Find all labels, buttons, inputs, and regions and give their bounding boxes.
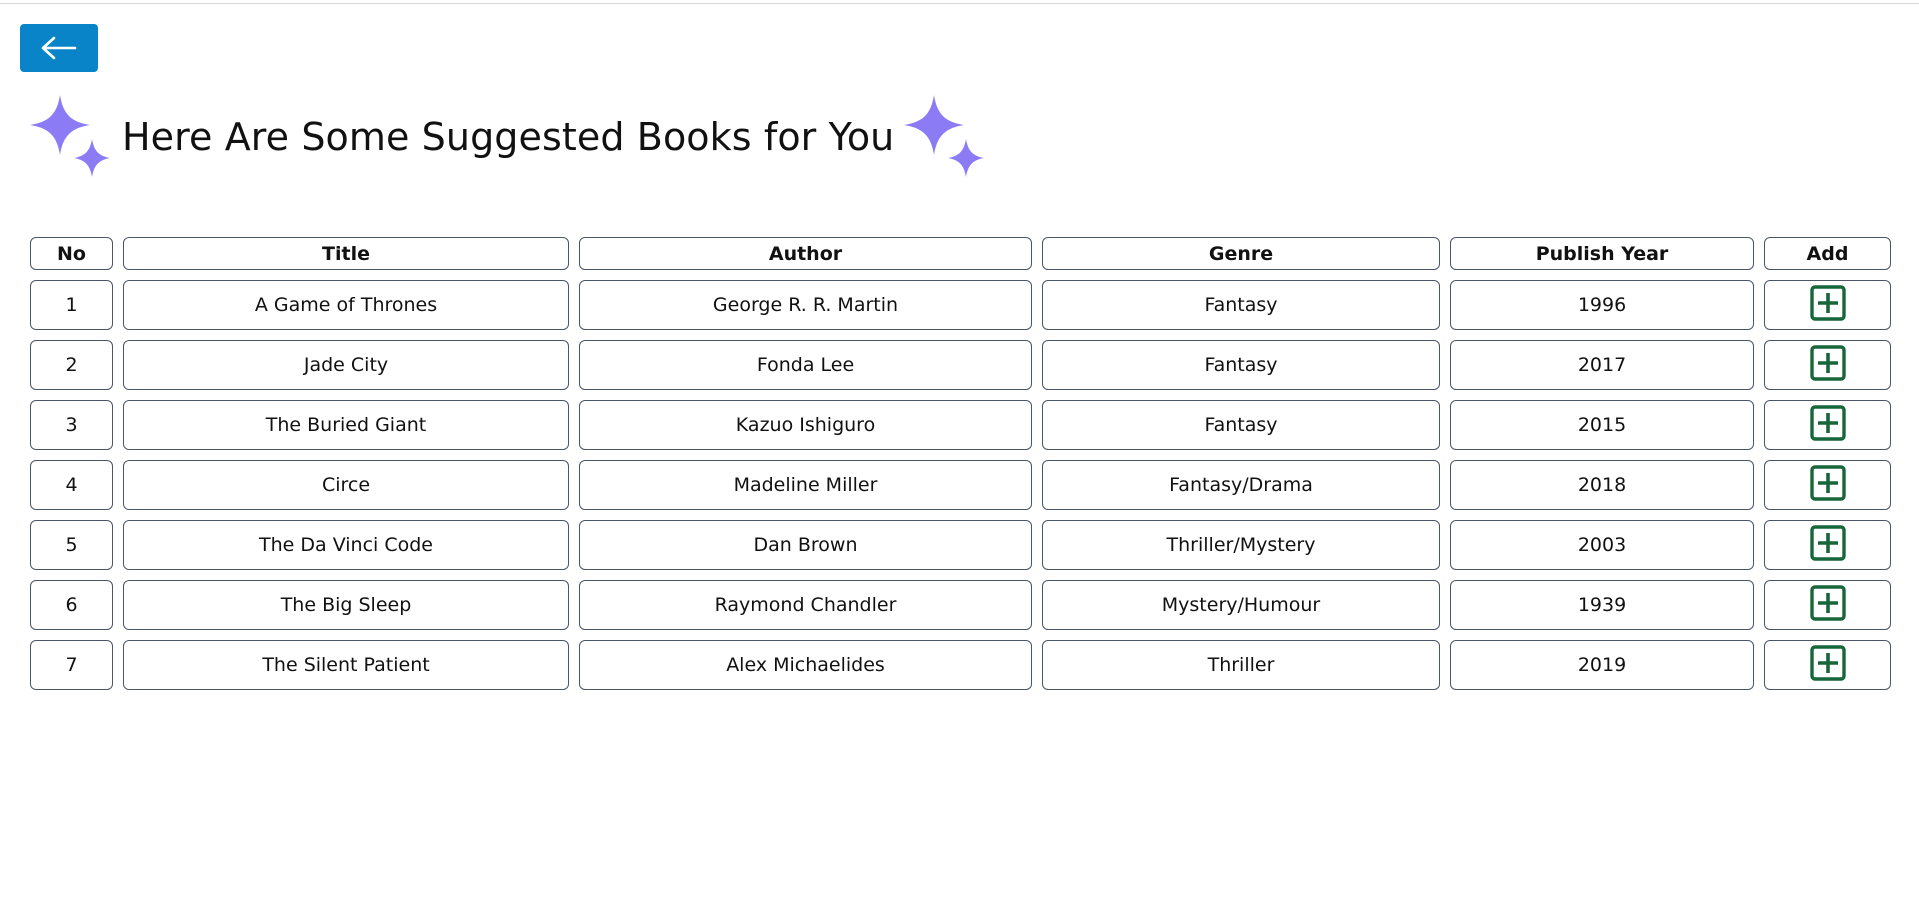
back-button[interactable] xyxy=(20,24,98,72)
cell-genre: Fantasy xyxy=(1042,340,1440,390)
cell-no: 4 xyxy=(30,460,113,510)
cell-publish-year: 2019 xyxy=(1450,640,1754,690)
cell-author: Raymond Chandler xyxy=(579,580,1032,630)
column-header-genre: Genre xyxy=(1042,237,1440,270)
table-row: 1 A Game of Thrones George R. R. Martin … xyxy=(30,280,1891,330)
add-book-button[interactable] xyxy=(1809,404,1846,441)
cell-genre: Thriller/Mystery xyxy=(1042,520,1440,570)
cell-author: Kazuo Ishiguro xyxy=(579,400,1032,450)
plus-square-icon xyxy=(1809,584,1846,621)
cell-no: 1 xyxy=(30,280,113,330)
cell-no: 3 xyxy=(30,400,113,450)
cell-genre: Mystery/Humour xyxy=(1042,580,1440,630)
table-row: 5 The Da Vinci Code Dan Brown Thriller/M… xyxy=(30,520,1891,570)
add-book-button[interactable] xyxy=(1809,464,1846,501)
cell-author: George R. R. Martin xyxy=(579,280,1032,330)
table-row: 4 Circe Madeline Miller Fantasy/Drama 20… xyxy=(30,460,1891,510)
cell-publish-year: 1939 xyxy=(1450,580,1754,630)
cell-title: Jade City xyxy=(123,340,569,390)
cell-publish-year: 2018 xyxy=(1450,460,1754,510)
add-book-button[interactable] xyxy=(1809,344,1846,381)
plus-square-icon xyxy=(1809,524,1846,561)
column-header-add: Add xyxy=(1764,237,1891,270)
cell-no: 7 xyxy=(30,640,113,690)
column-header-publish-year: Publish Year xyxy=(1450,237,1754,270)
page-title: Here Are Some Suggested Books for You xyxy=(122,115,895,159)
plus-square-icon xyxy=(1809,644,1846,681)
cell-author: Fonda Lee xyxy=(579,340,1032,390)
column-header-no: No xyxy=(30,237,113,270)
table-row: 3 The Buried Giant Kazuo Ishiguro Fantas… xyxy=(30,400,1891,450)
table-row: 7 The Silent Patient Alex Michaelides Th… xyxy=(30,640,1891,690)
cell-genre: Fantasy xyxy=(1042,280,1440,330)
page-heading: Here Are Some Suggested Books for You xyxy=(30,92,988,182)
cell-add xyxy=(1764,460,1891,510)
cell-add xyxy=(1764,280,1891,330)
cell-genre: Thriller xyxy=(1042,640,1440,690)
sparkles-icon xyxy=(30,95,110,177)
cell-title: A Game of Thrones xyxy=(123,280,569,330)
cell-publish-year: 2015 xyxy=(1450,400,1754,450)
cell-title: Circe xyxy=(123,460,569,510)
add-book-button[interactable] xyxy=(1809,284,1846,321)
cell-no: 6 xyxy=(30,580,113,630)
cell-add xyxy=(1764,400,1891,450)
cell-publish-year: 2003 xyxy=(1450,520,1754,570)
cell-author: Alex Michaelides xyxy=(579,640,1032,690)
cell-add xyxy=(1764,340,1891,390)
column-header-author: Author xyxy=(579,237,1032,270)
table-row: 6 The Big Sleep Raymond Chandler Mystery… xyxy=(30,580,1891,630)
cell-publish-year: 1996 xyxy=(1450,280,1754,330)
cell-no: 5 xyxy=(30,520,113,570)
cell-add xyxy=(1764,580,1891,630)
plus-square-icon xyxy=(1809,464,1846,501)
suggested-books-table: No Title Author Genre Publish Year Add 1… xyxy=(20,227,1901,700)
add-book-button[interactable] xyxy=(1809,644,1846,681)
cell-genre: Fantasy/Drama xyxy=(1042,460,1440,510)
cell-publish-year: 2017 xyxy=(1450,340,1754,390)
plus-square-icon xyxy=(1809,284,1846,321)
cell-title: The Big Sleep xyxy=(123,580,569,630)
cell-genre: Fantasy xyxy=(1042,400,1440,450)
column-header-title: Title xyxy=(123,237,569,270)
table-row: 2 Jade City Fonda Lee Fantasy 2017 xyxy=(30,340,1891,390)
cell-add xyxy=(1764,640,1891,690)
plus-square-icon xyxy=(1809,344,1846,381)
add-book-button[interactable] xyxy=(1809,524,1846,561)
cell-title: The Da Vinci Code xyxy=(123,520,569,570)
cell-title: The Buried Giant xyxy=(123,400,569,450)
cell-author: Dan Brown xyxy=(579,520,1032,570)
top-divider xyxy=(0,0,1919,4)
table-header-row: No Title Author Genre Publish Year Add xyxy=(30,237,1891,270)
cell-add xyxy=(1764,520,1891,570)
sparkles-icon xyxy=(904,95,985,177)
cell-title: The Silent Patient xyxy=(123,640,569,690)
cell-author: Madeline Miller xyxy=(579,460,1032,510)
plus-square-icon xyxy=(1809,404,1846,441)
arrow-left-icon xyxy=(41,36,77,60)
add-book-button[interactable] xyxy=(1809,584,1846,621)
cell-no: 2 xyxy=(30,340,113,390)
